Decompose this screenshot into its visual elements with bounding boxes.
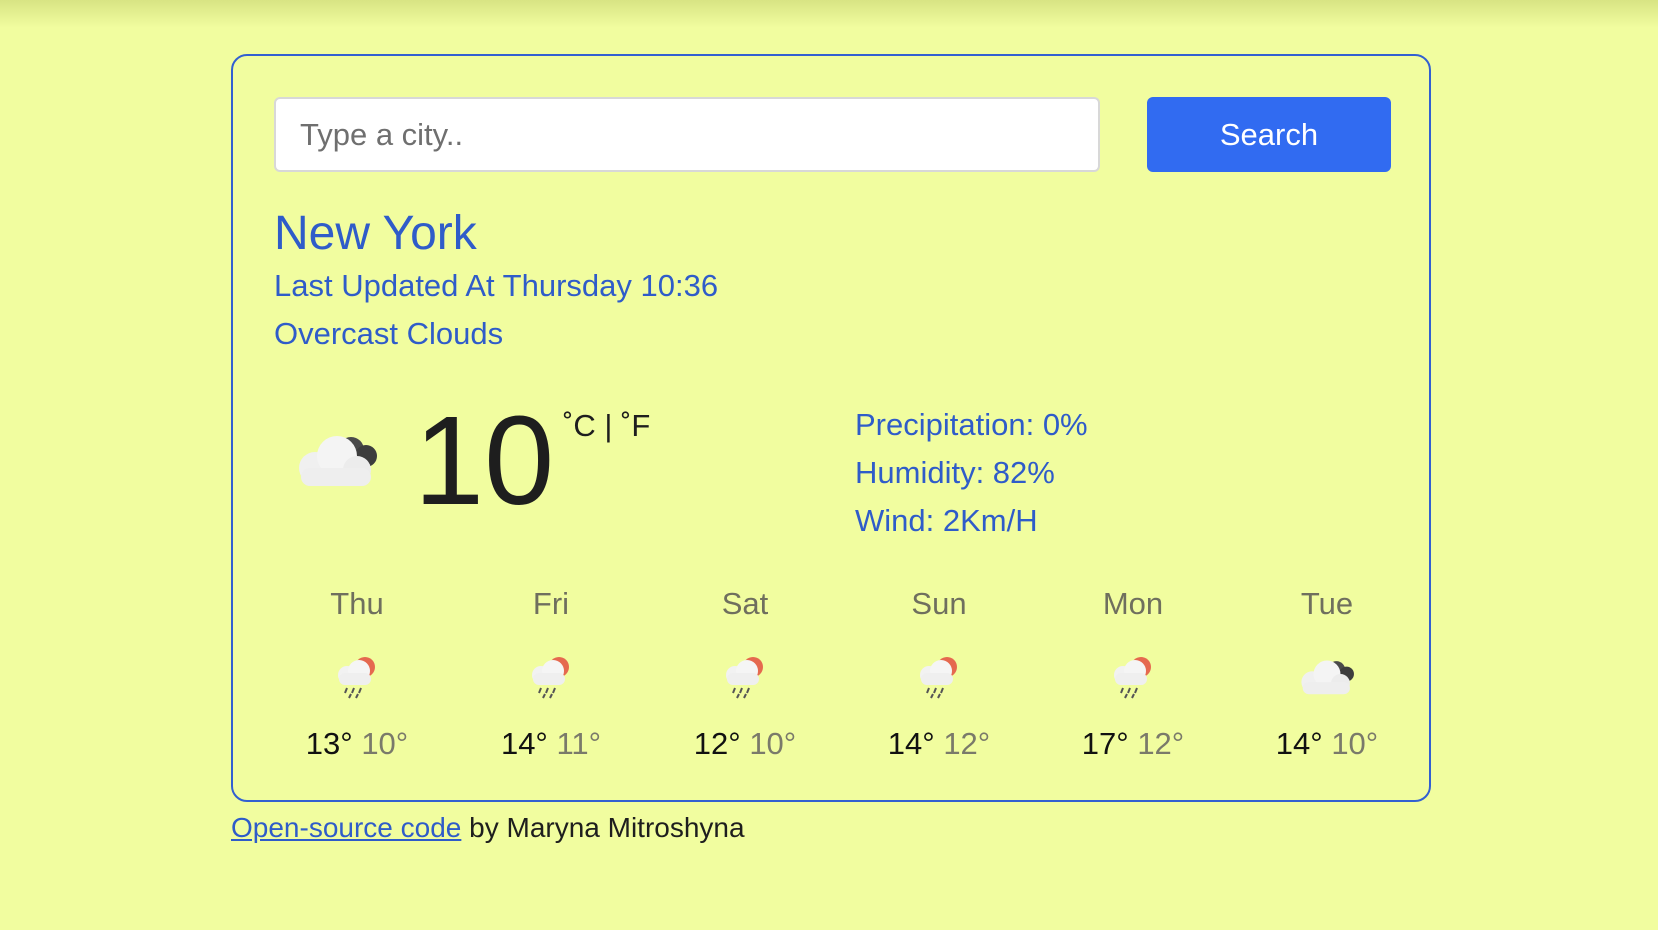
forecast-day-name: Sat <box>721 586 769 621</box>
forecast-day: Mon 17° 12° <box>1048 586 1218 762</box>
forecast-max: 14° <box>1275 726 1323 761</box>
unit-toggle: ˚C | ˚F <box>563 408 650 444</box>
light-rain-icon <box>854 640 1024 712</box>
open-source-link[interactable]: Open-source code <box>231 812 461 843</box>
last-updated: Last Updated At Thursday 10:36 <box>274 268 719 303</box>
light-rain-icon <box>1048 640 1218 712</box>
overcast-clouds-icon <box>1242 640 1412 712</box>
forecast-row: Thu 13° 10° Fri 14° 11° Sat 12° 10° Sun <box>233 586 1429 766</box>
forecast-day: Sat 12° 10° <box>660 586 830 762</box>
forecast-min: 12° <box>1137 726 1185 761</box>
weather-card: Search New York Last Updated At Thursday… <box>231 54 1431 802</box>
forecast-min: 10° <box>361 726 409 761</box>
weather-details: Precipitation: 0% Humidity: 82% Wind: 2K… <box>855 401 1088 545</box>
top-shadow <box>0 0 1658 28</box>
forecast-max: 17° <box>1081 726 1129 761</box>
footer: Open-source code by Maryna Mitroshyna <box>231 812 745 844</box>
forecast-max: 14° <box>887 726 935 761</box>
forecast-day: Thu 13° 10° <box>272 586 442 762</box>
forecast-max: 13° <box>305 726 353 761</box>
forecast-min: 10° <box>1331 726 1379 761</box>
footer-author: by Maryna Mitroshyna <box>461 812 745 843</box>
search-button[interactable]: Search <box>1147 97 1391 172</box>
city-search-input[interactable] <box>274 97 1100 172</box>
forecast-day-name: Mon <box>1102 586 1164 621</box>
overcast-clouds-icon <box>291 428 383 495</box>
forecast-day: Tue 14° 10° <box>1242 586 1412 762</box>
forecast-min: 11° <box>556 726 602 761</box>
forecast-day: Sun 14° 12° <box>854 586 1024 762</box>
light-rain-icon <box>466 640 636 712</box>
forecast-min: 10° <box>749 726 797 761</box>
wind: Wind: 2Km/H <box>855 503 1038 538</box>
city-name: New York <box>274 207 477 260</box>
light-rain-icon <box>272 640 442 712</box>
celsius-link[interactable]: ˚C <box>563 408 596 443</box>
forecast-day-name: Fri <box>532 586 570 621</box>
forecast-min: 12° <box>943 726 991 761</box>
weather-description: Overcast Clouds <box>274 316 504 351</box>
current-temperature: 10 <box>414 390 555 531</box>
humidity: Humidity: 82% <box>855 455 1055 490</box>
forecast-day-name: Thu <box>330 586 384 621</box>
fahrenheit-link[interactable]: ˚F <box>621 408 650 443</box>
unit-separator: | <box>604 408 613 443</box>
forecast-max: 12° <box>693 726 741 761</box>
forecast-max: 14° <box>500 726 548 761</box>
forecast-day: Fri 14° 11° <box>466 586 636 762</box>
forecast-day-name: Tue <box>1300 586 1354 621</box>
light-rain-icon <box>660 640 830 712</box>
forecast-day-name: Sun <box>911 586 967 621</box>
precipitation: Precipitation: 0% <box>855 407 1088 442</box>
